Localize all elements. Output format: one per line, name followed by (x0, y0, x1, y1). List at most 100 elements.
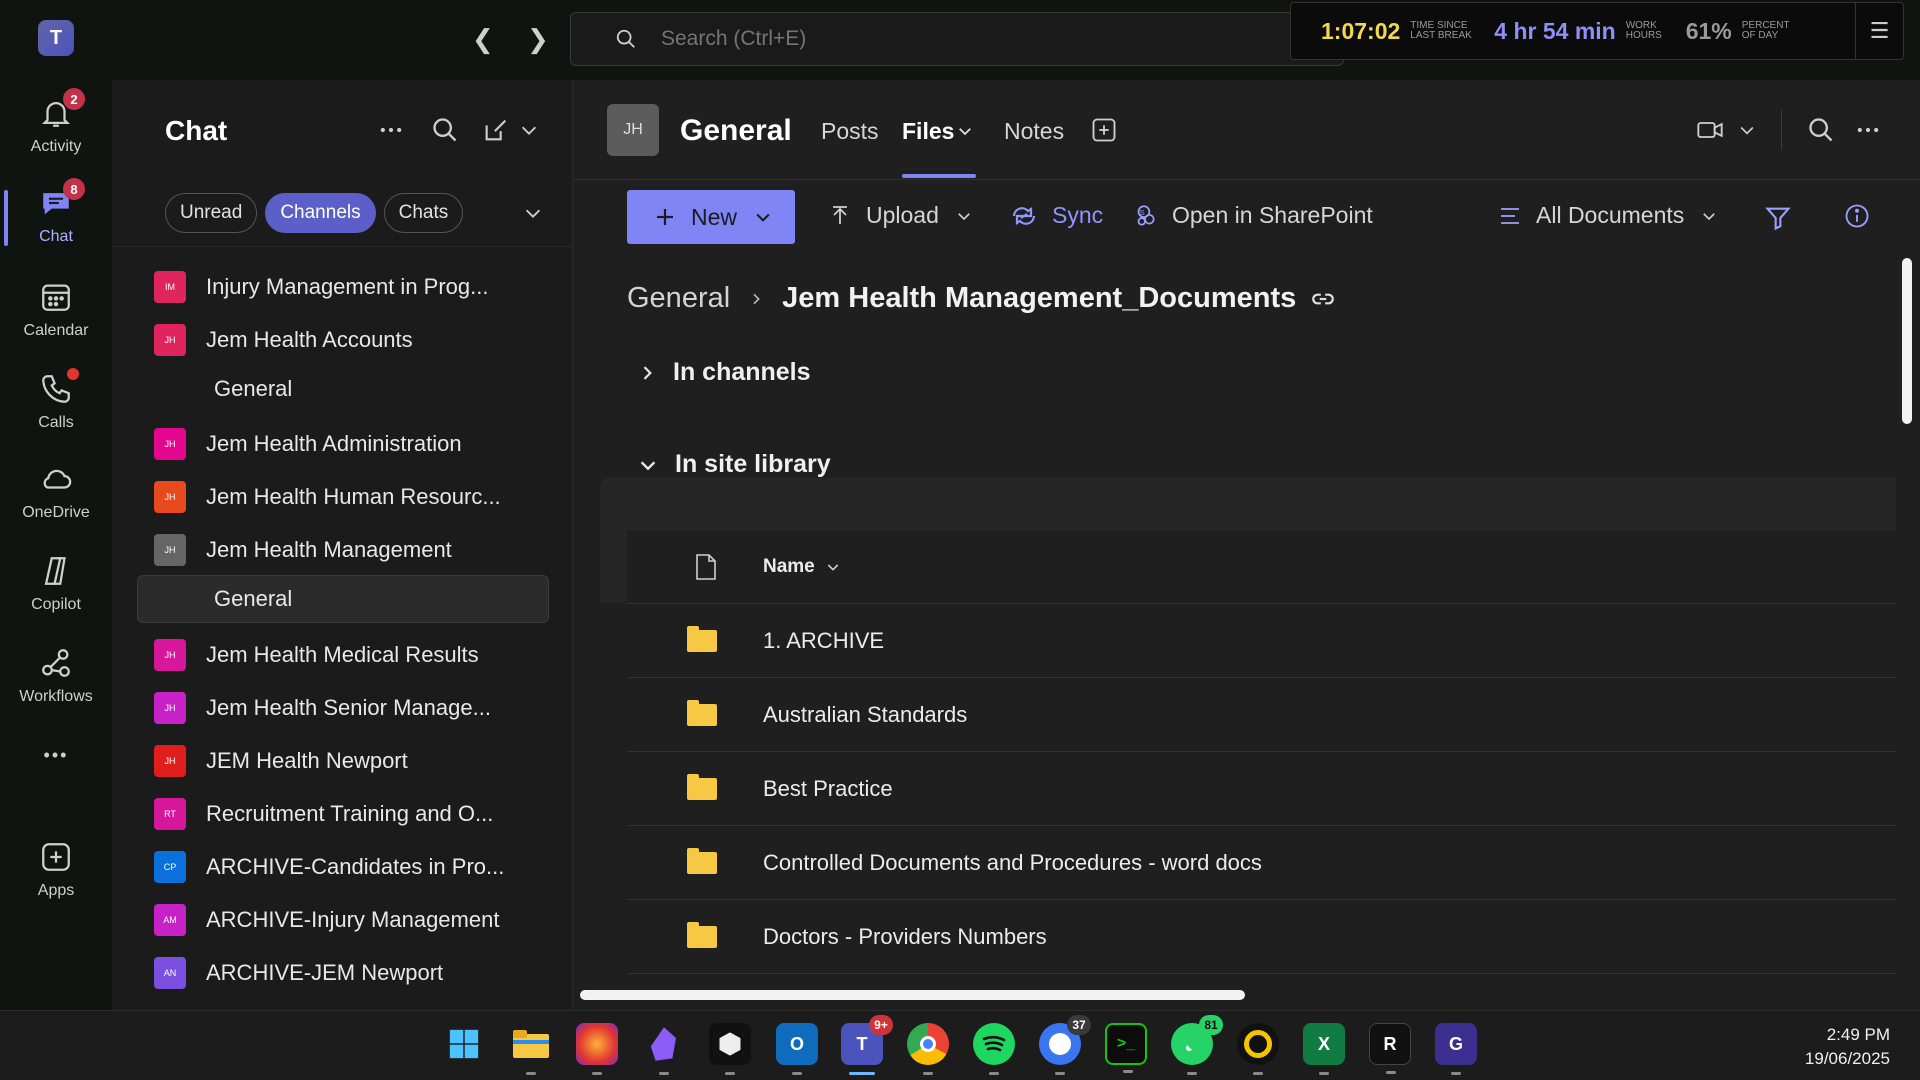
signal-icon[interactable]: 37 (1039, 1015, 1091, 1075)
table-row[interactable]: Australian Standards (627, 678, 1896, 752)
r-app-icon[interactable]: R (1369, 1023, 1411, 1074)
rail-copilot[interactable]: Copilot (0, 544, 112, 624)
team-item[interactable]: JH Jem Health Accounts (137, 316, 549, 364)
horizontal-scrollbar[interactable] (580, 990, 1245, 1000)
section-in-site-library[interactable]: In site library (637, 450, 831, 479)
channel-item-selected[interactable]: General (137, 575, 549, 623)
table-row[interactable]: Best Practice (627, 752, 1896, 826)
workflows-icon (39, 646, 73, 680)
team-item[interactable]: CP ARCHIVE-Candidates in Pro... (137, 843, 549, 891)
rail-activity[interactable]: 2 Activity (0, 86, 112, 166)
tab-files[interactable]: Files (902, 118, 954, 145)
more-options-icon[interactable] (377, 116, 405, 144)
team-item[interactable]: JH Jem Health Medical Results (137, 631, 549, 679)
tab-posts[interactable]: Posts (821, 118, 879, 145)
sort-chevron-down-icon[interactable] (825, 559, 841, 575)
view-selector[interactable]: All Documents (1498, 202, 1732, 229)
breadcrumb-root[interactable]: General (627, 282, 730, 315)
filter-unread[interactable]: Unread (165, 193, 258, 233)
rail-workflows[interactable]: Workflows (0, 636, 112, 716)
upload-chevron-down-icon (958, 212, 970, 220)
title-bar: T ❮ ❯ 1:07:02 TIME SINCE LAST BREAK 4 hr… (0, 0, 1920, 80)
add-tab-icon[interactable] (1090, 116, 1118, 144)
firefox-icon[interactable] (576, 1023, 618, 1075)
team-name: Jem Health Human Resourc... (206, 484, 501, 509)
outlook-icon[interactable]: O (776, 1023, 818, 1075)
team-item[interactable]: JH Jem Health Management (137, 526, 549, 574)
meet-chevron-down-icon[interactable] (1737, 116, 1757, 144)
team-item[interactable]: JH Jem Health Administration (137, 420, 549, 468)
search-input[interactable] (661, 27, 1261, 51)
spotify-icon[interactable] (973, 1023, 1015, 1075)
bitwarden-icon[interactable] (1237, 1023, 1279, 1075)
chat-title: Chat (165, 115, 228, 146)
folder-name[interactable]: 1. ARCHIVE (763, 628, 884, 654)
open-in-sharepoint-button[interactable]: S Open in SharePoint (1132, 202, 1373, 229)
table-row[interactable]: 1. ARCHIVE (627, 604, 1896, 678)
file-explorer-icon[interactable] (510, 1023, 552, 1075)
filter-chats[interactable]: Chats (383, 193, 464, 233)
whatsapp-icon[interactable]: 81 (1171, 1015, 1223, 1075)
box-app-icon[interactable] (709, 1023, 751, 1075)
channel-search-icon[interactable] (1807, 116, 1835, 144)
team-item[interactable]: JH Jem Health Senior Manage... (137, 684, 549, 732)
obsidian-icon[interactable] (643, 1023, 685, 1075)
filter-funnel-icon[interactable] (1764, 204, 1792, 232)
windows-start-icon[interactable] (443, 1023, 485, 1065)
team-item[interactable]: JH Jem Health Human Resourc... (137, 473, 549, 521)
folder-name[interactable]: Controlled Documents and Procedures - wo… (763, 850, 1262, 876)
teams-logo-icon: T (38, 20, 74, 56)
rail-chat[interactable]: 8 Chat (0, 176, 112, 256)
compose-chevron-down-icon[interactable] (518, 116, 540, 144)
team-item[interactable]: IM Injury Management in Prog... (137, 263, 549, 311)
system-clock[interactable]: 2:49 PM 19/06/2025 (1805, 1023, 1890, 1071)
channel-name: General (214, 376, 293, 401)
calendar-icon (39, 280, 73, 314)
new-button[interactable]: New (627, 190, 795, 244)
tab-notes[interactable]: Notes (1004, 118, 1064, 145)
video-camera-icon[interactable] (1696, 116, 1724, 144)
channel-item[interactable]: General (137, 365, 549, 413)
rail-calls[interactable]: Calls (0, 362, 112, 442)
team-avatar: JH (154, 324, 186, 356)
filter-channels[interactable]: Channels (265, 193, 376, 233)
copy-link-icon[interactable] (1310, 286, 1336, 312)
table-row[interactable]: Doctors - Providers Numbers (627, 900, 1896, 974)
compose-icon[interactable] (482, 116, 510, 144)
team-item[interactable]: AM ARCHIVE-Injury Management (137, 896, 549, 944)
team-item[interactable]: AN ARCHIVE-JEM Newport (137, 949, 549, 997)
more-dots-icon: ••• (43, 744, 69, 765)
gpt-app-icon[interactable]: G (1435, 1023, 1477, 1075)
section-in-channels[interactable]: In channels (637, 358, 811, 387)
forward-arrow-icon[interactable]: ❯ (527, 24, 549, 55)
rail-more[interactable]: ••• (0, 730, 112, 780)
info-icon[interactable] (1843, 202, 1871, 230)
search-bar[interactable] (570, 12, 1344, 66)
filters-chevron-down-icon[interactable] (522, 202, 544, 224)
vertical-scrollbar[interactable] (1902, 258, 1912, 424)
teams-taskbar-icon[interactable]: T 9+ (841, 1015, 893, 1075)
rail-copilot-label: Copilot (31, 596, 81, 613)
folder-name[interactable]: Best Practice (763, 776, 893, 802)
name-column-header[interactable]: Name (763, 556, 815, 578)
team-item[interactable]: RT Recruitment Training and O... (137, 790, 549, 838)
terminal-icon[interactable]: >_ (1105, 1023, 1147, 1073)
team-item[interactable]: JH JEM Health Newport (137, 737, 549, 785)
table-row[interactable]: Controlled Documents and Procedures - wo… (627, 826, 1896, 900)
chrome-icon[interactable] (907, 1023, 949, 1075)
excel-icon[interactable]: X (1303, 1023, 1345, 1075)
back-arrow-icon[interactable]: ❮ (472, 24, 494, 55)
team-avatar: IM (154, 271, 186, 303)
rail-onedrive[interactable]: OneDrive (0, 452, 112, 532)
chat-search-icon[interactable] (431, 116, 459, 144)
folder-name[interactable]: Australian Standards (763, 702, 967, 728)
files-chevron-down-icon[interactable] (956, 122, 974, 140)
folder-name[interactable]: Doctors - Providers Numbers (763, 924, 1047, 950)
rail-apps[interactable]: Apps (0, 830, 112, 910)
sync-button[interactable]: Sync (1010, 202, 1103, 229)
upload-button[interactable]: Upload (828, 202, 987, 229)
channel-more-icon[interactable] (1854, 116, 1882, 144)
chat-bubble-icon: 8 (39, 178, 85, 220)
hamburger-menu-icon[interactable]: ☰ (1855, 3, 1903, 59)
rail-calendar[interactable]: Calendar (0, 270, 112, 350)
